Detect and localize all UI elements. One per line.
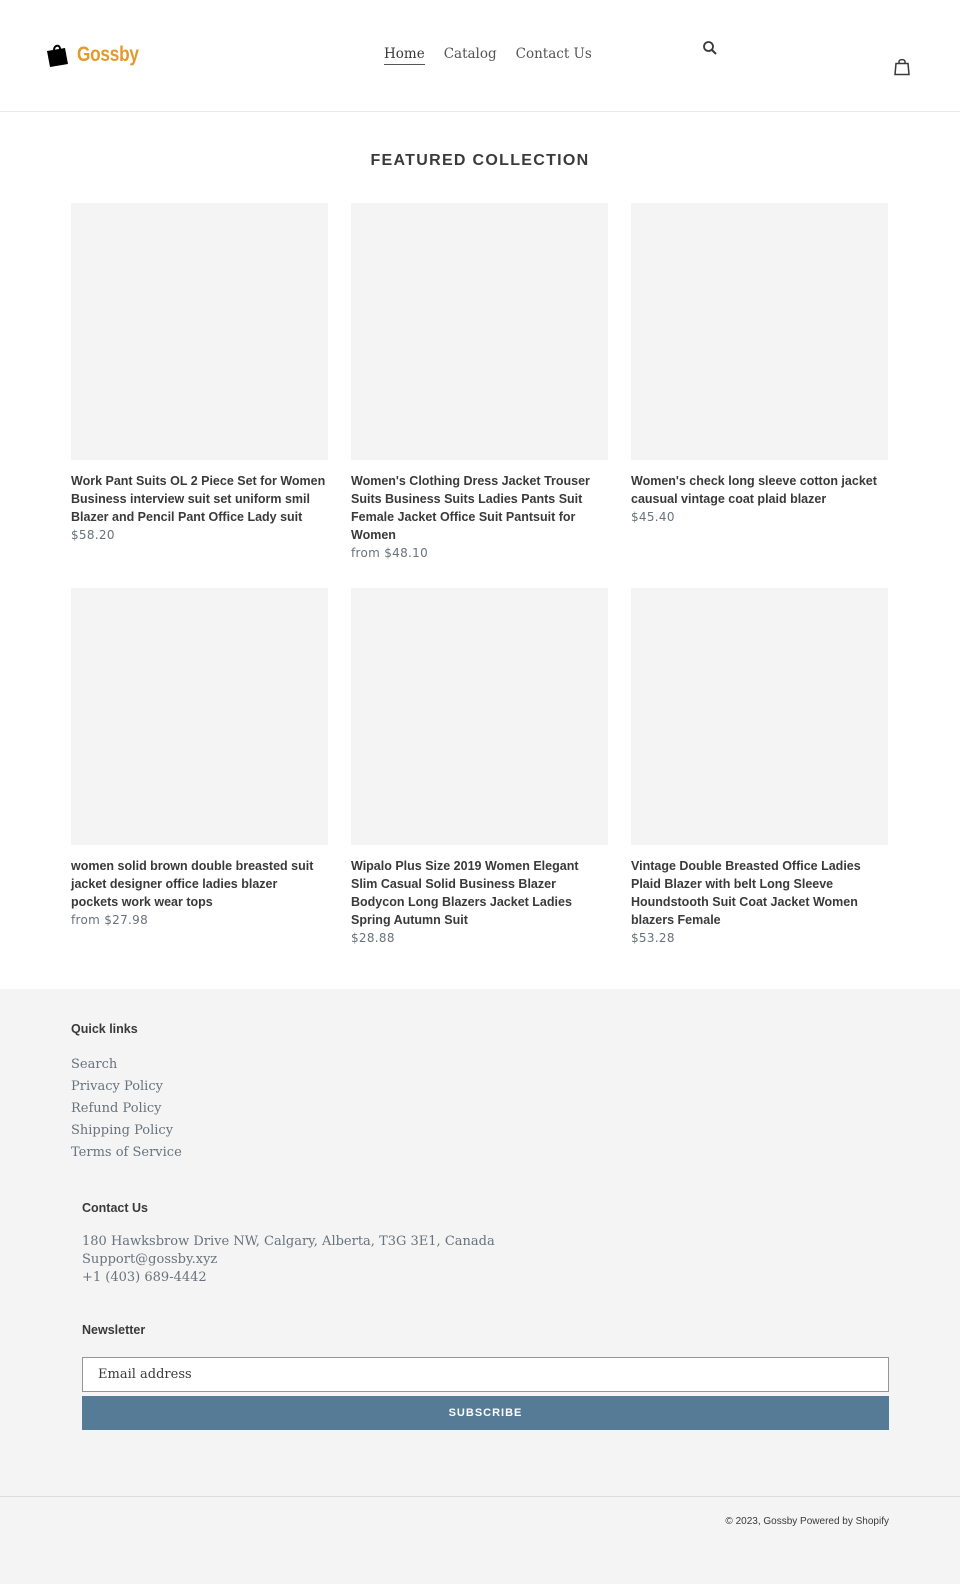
- contact-phone: +1 (403) 689-4442: [82, 1270, 207, 1285]
- featured-collection: FEATURED COLLECTION Work Pant Suits OL 2…: [0, 112, 960, 947]
- product-image[interactable]: [71, 203, 328, 460]
- contact-email: Support@gossby.xyz: [82, 1252, 218, 1267]
- email-input[interactable]: Email address: [82, 1357, 889, 1392]
- product-title[interactable]: Women's Clothing Dress Jacket Trouser Su…: [351, 472, 608, 544]
- logo-link[interactable]: Gossby: [45, 42, 152, 68]
- footer-link-privacy-policy[interactable]: Privacy Policy: [71, 1079, 163, 1094]
- contact-section: Contact Us 180 Hawksbrow Drive NW, Calga…: [0, 1201, 960, 1287]
- copyright: © 2023, Gossby Powered by Shopify: [725, 1516, 889, 1527]
- product-price: $58.20: [71, 528, 115, 542]
- product-title[interactable]: Work Pant Suits OL 2 Piece Set for Women…: [71, 472, 328, 526]
- product-card[interactable]: Vintage Double Breasted Office Ladies Pl…: [631, 588, 888, 947]
- cart-icon: [894, 58, 910, 76]
- quick-links-title: Quick links: [71, 1022, 138, 1036]
- product-card[interactable]: women solid brown double breasted suit j…: [71, 588, 328, 947]
- footer-link-terms-of-service[interactable]: Terms of Service: [71, 1145, 182, 1160]
- site-header: Gossby Home Catalog Contact Us: [0, 0, 960, 112]
- footer-bottom: © 2023, Gossby Powered by Shopify: [0, 1496, 960, 1584]
- newsletter-section: Newsletter Email address SUBSCRIBE: [0, 1323, 960, 1430]
- product-price: from $48.10: [351, 546, 429, 560]
- nav-catalog[interactable]: Catalog: [444, 46, 497, 65]
- product-price: $45.40: [631, 510, 675, 524]
- footer-link-search[interactable]: Search: [71, 1057, 117, 1072]
- product-grid: Work Pant Suits OL 2 Piece Set for Women…: [0, 203, 960, 947]
- product-card[interactable]: Wipalo Plus Size 2019 Women Elegant Slim…: [351, 588, 608, 947]
- shopping-bag-logo-icon: [47, 44, 68, 67]
- search-icon: [703, 41, 717, 55]
- product-title[interactable]: Wipalo Plus Size 2019 Women Elegant Slim…: [351, 857, 608, 929]
- product-card[interactable]: Women's Clothing Dress Jacket Trouser Su…: [351, 203, 608, 562]
- footer-link-shipping-policy[interactable]: Shipping Policy: [71, 1123, 173, 1138]
- product-title[interactable]: Vintage Double Breasted Office Ladies Pl…: [631, 857, 888, 929]
- product-title[interactable]: Women's check long sleeve cotton jacket …: [631, 472, 888, 508]
- product-image[interactable]: [351, 588, 608, 845]
- newsletter-title: Newsletter: [82, 1323, 146, 1337]
- site-footer: Quick links Search Privacy Policy Refund…: [0, 989, 960, 1584]
- footer-link-refund-policy[interactable]: Refund Policy: [71, 1101, 161, 1116]
- product-image[interactable]: [631, 588, 888, 845]
- contact-title: Contact Us: [82, 1201, 148, 1215]
- product-card[interactable]: Women's check long sleeve cotton jacket …: [631, 203, 888, 562]
- cart-button[interactable]: [892, 57, 912, 77]
- nav-home[interactable]: Home: [384, 46, 425, 65]
- contact-address: 180 Hawksbrow Drive NW, Calgary, Alberta…: [82, 1234, 495, 1249]
- brand-name: Gossby: [77, 43, 139, 66]
- product-card[interactable]: Work Pant Suits OL 2 Piece Set for Women…: [71, 203, 328, 562]
- product-title[interactable]: women solid brown double breasted suit j…: [71, 857, 328, 911]
- search-button[interactable]: [700, 38, 720, 58]
- main-nav: Home Catalog Contact Us: [384, 46, 592, 65]
- product-image[interactable]: [631, 203, 888, 460]
- product-image[interactable]: [71, 588, 328, 845]
- subscribe-button[interactable]: SUBSCRIBE: [82, 1396, 889, 1430]
- product-price: from $27.98: [71, 913, 149, 927]
- product-image[interactable]: [351, 203, 608, 460]
- section-title: FEATURED COLLECTION: [370, 152, 590, 169]
- product-price: $53.28: [631, 931, 675, 945]
- nav-contact-us[interactable]: Contact Us: [516, 46, 592, 65]
- quick-links: Quick links Search Privacy Policy Refund…: [0, 1022, 960, 1164]
- product-price: $28.88: [351, 931, 395, 945]
